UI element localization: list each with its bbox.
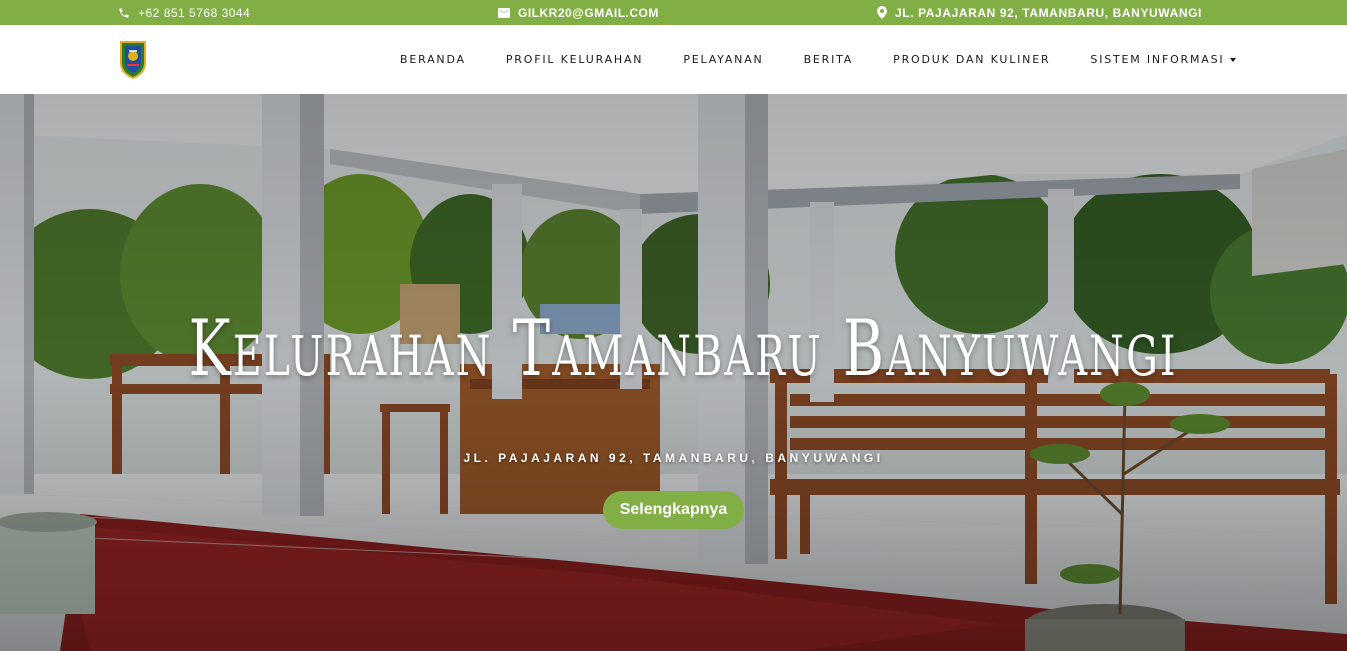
phone-icon [118, 7, 130, 19]
nav-berita[interactable]: BERITA [804, 53, 854, 66]
nav-profil-kelurahan[interactable]: PROFIL KELURAHAN [506, 53, 643, 66]
nav-sistem-informasi-dropdown[interactable]: SISTEM INFORMASI [1090, 53, 1237, 66]
hero-subtitle: JL. PAJAJARAN 92, TAMANBARU, BANYUWANGI [463, 451, 884, 465]
top-contact-bar: +62 851 5768 3044 GILKR20@GMAIL.COM JL. … [0, 0, 1347, 25]
contact-phone[interactable]: +62 851 5768 3044 [118, 0, 250, 25]
nav-label: BERANDA [400, 53, 466, 66]
banyuwangi-emblem-logo[interactable] [118, 39, 148, 80]
email-address: GILKR20@GMAIL.COM [518, 5, 659, 20]
nav-label: PROFIL KELURAHAN [505, 53, 644, 66]
contact-address[interactable]: JL. PAJAJARAN 92, TAMANBARU, BANYUWANGI [877, 0, 1202, 25]
address-text: JL. PAJAJARAN 92, TAMANBARU, BANYUWANGI [895, 5, 1202, 20]
nav-label: PRODUK DAN KULINER [893, 53, 1051, 66]
selengkapnya-button[interactable]: Selengkapnya [603, 491, 744, 529]
hero-banner: Kelurahan Tamanbaru Banyuwangi JL. PAJAJ… [0, 94, 1347, 651]
nav-pelayanan[interactable]: PELAYANAN [683, 53, 763, 66]
phone-number: +62 851 5768 3044 [138, 5, 251, 20]
envelope-icon [498, 7, 510, 18]
nav-label: PELAYANAN [683, 53, 764, 66]
nav-beranda[interactable]: BERANDA [400, 53, 466, 66]
main-navbar: BERANDA PROFIL KELURAHAN PELAYANAN BERIT… [0, 25, 1347, 94]
hero-title: Kelurahan Tamanbaru Banyuwangi [188, 304, 1178, 394]
nav-label: SISTEM INFORMASI [1090, 53, 1225, 66]
nav-produk-dan-kuliner[interactable]: PRODUK DAN KULINER [893, 53, 1050, 66]
main-menu: BERANDA PROFIL KELURAHAN PELAYANAN BERIT… [400, 25, 1237, 94]
map-pin-icon [877, 6, 887, 19]
caret-down-icon [1230, 57, 1237, 62]
contact-email[interactable]: GILKR20@GMAIL.COM [498, 0, 659, 25]
nav-label: BERITA [803, 53, 854, 66]
